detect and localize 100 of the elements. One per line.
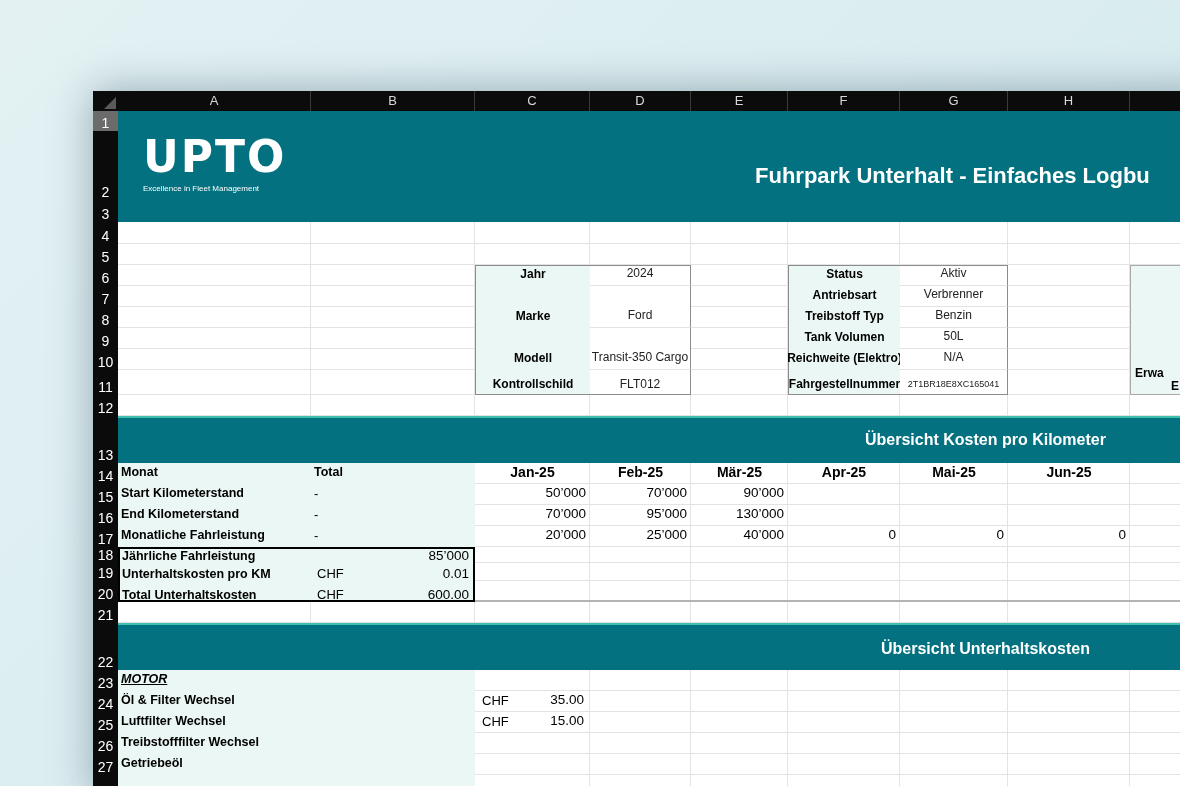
row-header[interactable]: 11 [93, 370, 118, 395]
table-cell-text: 25’000 [645, 526, 688, 544]
month-header: Jun-25 [1045, 463, 1093, 482]
row-header[interactable]: 2 [93, 131, 118, 200]
sheet-title: Fuhrpark Unterhalt - Einfaches Logbu [755, 163, 1150, 188]
row-label: Luftfilter Wechsel [120, 713, 227, 731]
column-header[interactable]: H [1008, 91, 1130, 111]
field-label: Tank Volumen [788, 328, 900, 349]
row-label: End Kilometerstand [120, 506, 241, 524]
table-cell-text: 35.00 [550, 690, 584, 709]
row-header[interactable]: 14 [93, 463, 118, 484]
row-label: Jährliche Fahrleistung [121, 547, 257, 563]
row-label: Getriebeöl [120, 755, 184, 773]
row-header[interactable]: 10 [93, 349, 118, 370]
table-cell-text: 15.00 [550, 711, 584, 730]
logo-tagline: Excellence in Fleet Management [143, 183, 260, 195]
row-header[interactable]: 19 [93, 563, 118, 581]
table-cell-text: - [313, 526, 320, 545]
row-label: Total Unterhaltskosten [121, 586, 258, 602]
field-value: FLT012 [590, 370, 691, 395]
table-cell-text: - [313, 484, 320, 503]
field-label: Antriebsart [788, 286, 900, 307]
field-label: E [1171, 380, 1179, 393]
row-header[interactable]: 27 [93, 754, 118, 775]
field-label: Status [788, 265, 900, 286]
column-header[interactable]: G [900, 91, 1008, 111]
table-cell-text: 0 [1117, 526, 1127, 544]
month-header: Mai-25 [931, 463, 977, 482]
row-label: Treibstofffilter Wechsel [120, 734, 260, 752]
table-cell-text: 20’000 [544, 526, 587, 544]
field-value: Ford [590, 286, 691, 328]
row-header[interactable]: 9 [93, 328, 118, 349]
table-cell-text: 40’000 [742, 526, 785, 544]
field-value: Transit-350 Cargo [590, 328, 691, 370]
row-header[interactable]: 23 [93, 670, 118, 691]
currency: CHF [317, 588, 344, 601]
field-label: Erwa [1135, 367, 1164, 380]
currency: CHF [482, 691, 509, 710]
field-label: Treibstoff Typ [788, 307, 900, 328]
row-header[interactable]: 22 [93, 623, 118, 670]
table-cell-text: 70’000 [544, 505, 587, 523]
month-header: Apr-25 [820, 463, 868, 482]
row-header[interactable]: 18 [93, 547, 118, 563]
field-label: Kontrollschild [475, 370, 590, 395]
table-cell-text: 0 [995, 526, 1005, 544]
column-header[interactable]: B [311, 91, 475, 111]
row-label: Start Kilometerstand [120, 485, 245, 503]
row-header[interactable]: 13 [93, 416, 118, 463]
table-cell-text: - [313, 505, 320, 524]
row-header[interactable]: 20 [93, 581, 118, 602]
row-header[interactable]: 17 [93, 526, 118, 547]
table-cell: 0.01 [442, 566, 469, 580]
table-cell-text: 90’000 [742, 484, 785, 502]
row-header[interactable]: 26 [93, 733, 118, 754]
row-header[interactable]: 7 [93, 286, 118, 307]
month-header: Mär-25 [715, 463, 764, 482]
column-label: Monat [120, 464, 159, 482]
section-title: Übersicht Kosten pro Kilometer [865, 429, 1106, 450]
field-label: Fahrgestellnummer [788, 370, 900, 395]
logo: UPTO [143, 135, 287, 179]
table-cell-text: 70’000 [645, 484, 688, 502]
table-cell-text: 130’000 [734, 505, 785, 523]
field-value: 2T1BR18E8XC165041 [900, 370, 1008, 395]
row-header[interactable]: 5 [93, 244, 118, 265]
column-header[interactable]: C [475, 91, 590, 111]
field-value: Aktiv [900, 265, 1008, 286]
column-header[interactable]: E [691, 91, 788, 111]
field-label: Jahr [475, 265, 590, 286]
row-header[interactable]: 16 [93, 505, 118, 526]
column-header[interactable]: F [788, 91, 900, 111]
table-cell-text: 0 [887, 526, 897, 544]
column-header[interactable]: D [590, 91, 691, 111]
row-header[interactable]: 15 [93, 484, 118, 505]
column-header[interactable]: A [118, 91, 311, 111]
table-cell: 85’000 [428, 548, 469, 562]
table-cell: 600.00 [427, 587, 469, 601]
currency: CHF [482, 712, 509, 731]
table-cell-text: 95’000 [645, 505, 688, 523]
row-label: Öl & Filter Wechsel [120, 692, 236, 710]
table-cell-text: 50’000 [544, 484, 587, 502]
row-header[interactable]: 25 [93, 712, 118, 733]
month-header: Jan-25 [509, 463, 556, 482]
field-value: 2024 [590, 265, 691, 286]
category-label: MOTOR [120, 671, 169, 689]
row-header[interactable]: 24 [93, 691, 118, 712]
row-header[interactable]: 1 [93, 111, 118, 131]
row-header[interactable]: 3 [93, 200, 118, 222]
column-label: Total [313, 464, 344, 482]
field-label: Reichweite (Elektro) [788, 349, 900, 370]
field-label: Marke [475, 286, 590, 328]
row-header[interactable]: 21 [93, 602, 118, 623]
row-header[interactable]: 8 [93, 307, 118, 328]
field-label: Modell [475, 328, 590, 370]
currency: CHF [317, 567, 344, 580]
month-header: Feb-25 [616, 463, 665, 482]
row-header[interactable]: 6 [93, 265, 118, 286]
row-header[interactable]: 12 [93, 395, 118, 416]
row-header[interactable]: 4 [93, 222, 118, 244]
select-all-icon[interactable] [104, 97, 116, 109]
row-label: Monatliche Fahrleistung [120, 527, 266, 545]
